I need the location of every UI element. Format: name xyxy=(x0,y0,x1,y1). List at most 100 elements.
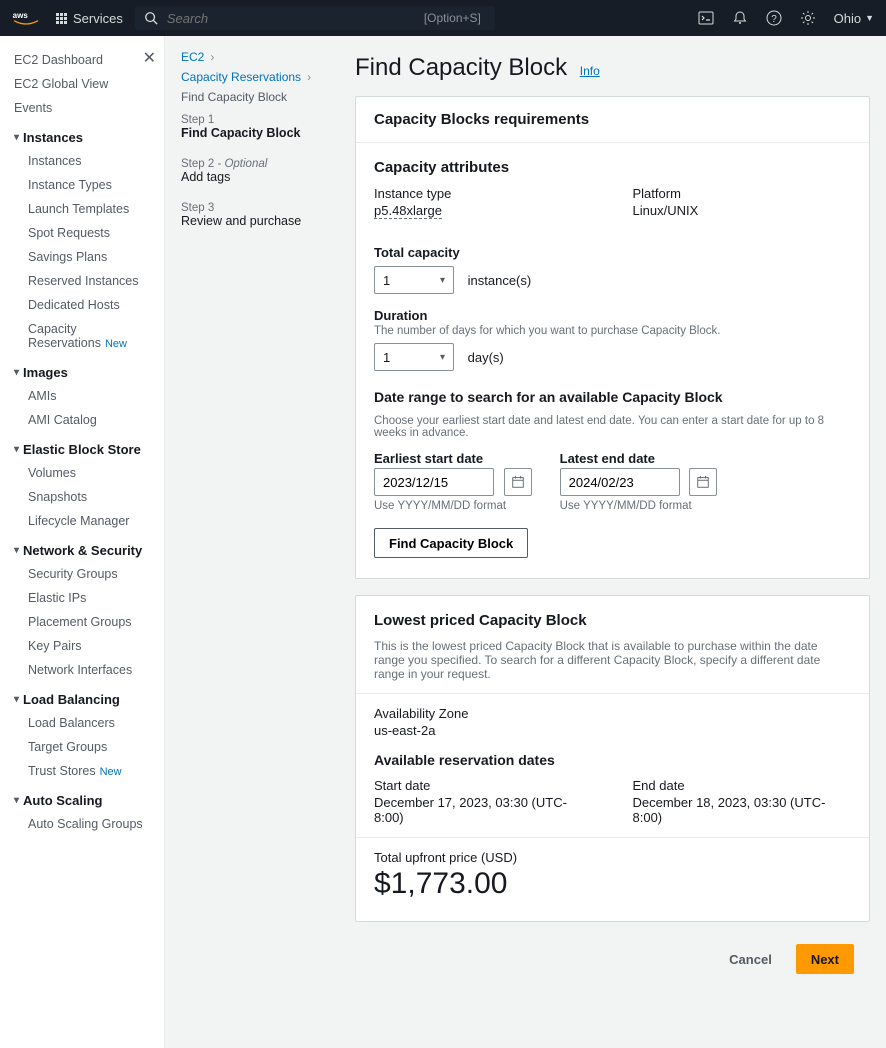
next-button[interactable]: Next xyxy=(796,944,854,974)
breadcrumb-ec2[interactable]: EC2 xyxy=(181,50,204,64)
chevron-down-icon: ▼ xyxy=(865,13,874,23)
footer-actions: Cancel Next xyxy=(355,938,870,988)
wizard-steps: EC2 › Capacity Reservations › Find Capac… xyxy=(165,36,355,1048)
sidebar-item[interactable]: Dedicated Hosts xyxy=(14,293,150,317)
breadcrumb: EC2 › Capacity Reservations › Find Capac… xyxy=(181,50,339,104)
services-menu[interactable]: Services xyxy=(56,11,123,26)
sidebar-item-capacity-reservations[interactable]: Capacity ReservationsNew xyxy=(14,317,150,355)
sidebar-item[interactable]: Security Groups xyxy=(14,562,150,586)
latest-date-label: Latest end date xyxy=(560,451,718,466)
sidebar-item[interactable]: Volumes xyxy=(14,461,150,485)
calendar-icon xyxy=(696,475,710,489)
grid-icon xyxy=(56,13,67,24)
sidebar: ✕ EC2 Dashboard EC2 Global View Events I… xyxy=(0,36,165,1048)
info-link[interactable]: Info xyxy=(580,64,600,78)
sidebar-item[interactable]: Target Groups xyxy=(14,735,150,759)
find-capacity-block-button[interactable]: Find Capacity Block xyxy=(374,528,528,558)
result-header: Lowest priced Capacity Block xyxy=(374,612,851,629)
latest-date-picker[interactable] xyxy=(689,468,717,496)
breadcrumb-current: Find Capacity Block xyxy=(181,90,287,104)
earliest-date-picker[interactable] xyxy=(504,468,532,496)
calendar-icon xyxy=(511,475,525,489)
page-title: Find Capacity Block Info xyxy=(355,54,870,82)
sidebar-group-load-balancing[interactable]: Load Balancing xyxy=(14,682,150,711)
help-icon[interactable]: ? xyxy=(766,10,782,26)
capacity-attributes-title: Capacity attributes xyxy=(374,159,851,176)
end-date-label: End date xyxy=(633,778,852,793)
duration-select[interactable]: 1 xyxy=(374,343,454,371)
latest-date-input[interactable] xyxy=(560,468,680,496)
region-label: Ohio xyxy=(834,11,861,26)
step-2[interactable]: Step 2 - Optional Add tags xyxy=(181,154,339,198)
requirements-header: Capacity Blocks requirements xyxy=(356,97,869,143)
svg-text:?: ? xyxy=(771,14,777,25)
sidebar-item[interactable]: Snapshots xyxy=(14,485,150,509)
date-format-hint: Use YYYY/MM/DD format xyxy=(374,500,532,512)
sidebar-item[interactable]: Placement Groups xyxy=(14,610,150,634)
sidebar-group-network[interactable]: Network & Security xyxy=(14,533,150,562)
sidebar-item-trust-stores[interactable]: Trust StoresNew xyxy=(14,759,150,783)
breadcrumb-capacity-reservations[interactable]: Capacity Reservations xyxy=(181,70,301,84)
sidebar-item-events[interactable]: Events xyxy=(14,96,150,120)
end-date-value: December 18, 2023, 03:30 (UTC-8:00) xyxy=(633,795,852,825)
new-badge: New xyxy=(105,338,127,350)
sidebar-group-images[interactable]: Images xyxy=(14,355,150,384)
notifications-icon[interactable] xyxy=(732,10,748,26)
requirements-panel: Capacity Blocks requirements Capacity at… xyxy=(355,96,870,579)
price-value: $1,773.00 xyxy=(374,867,851,901)
cloudshell-icon[interactable] xyxy=(698,10,714,26)
sidebar-group-instances[interactable]: Instances xyxy=(14,120,150,149)
sidebar-item[interactable]: Key Pairs xyxy=(14,634,150,658)
aws-logo[interactable]: aws xyxy=(12,10,40,26)
sidebar-item[interactable]: Auto Scaling Groups xyxy=(14,812,150,836)
sidebar-item[interactable]: Lifecycle Manager xyxy=(14,509,150,533)
sidebar-item[interactable]: Load Balancers xyxy=(14,711,150,735)
result-panel: Lowest priced Capacity Block This is the… xyxy=(355,595,870,922)
settings-icon[interactable] xyxy=(800,10,816,26)
sidebar-item[interactable]: Network Interfaces xyxy=(14,658,150,682)
date-format-hint: Use YYYY/MM/DD format xyxy=(560,500,718,512)
start-date-value: December 17, 2023, 03:30 (UTC-8:00) xyxy=(374,795,593,825)
search-input[interactable] xyxy=(167,11,410,26)
search-icon xyxy=(143,10,159,26)
instance-type-value[interactable]: p5.48xlarge xyxy=(374,203,442,219)
duration-hint: The number of days for which you want to… xyxy=(374,325,851,337)
earliest-date-label: Earliest start date xyxy=(374,451,532,466)
svg-text:aws: aws xyxy=(13,11,29,20)
sidebar-item[interactable]: Launch Templates xyxy=(14,197,150,221)
duration-label: Duration xyxy=(374,308,851,323)
sidebar-group-ebs[interactable]: Elastic Block Store xyxy=(14,432,150,461)
sidebar-item[interactable]: Elastic IPs xyxy=(14,586,150,610)
instances-suffix: instance(s) xyxy=(468,273,532,288)
sidebar-group-auto-scaling[interactable]: Auto Scaling xyxy=(14,783,150,812)
top-nav: aws Services [Option+S] ? Ohio ▼ xyxy=(0,0,886,36)
sidebar-item-ec2-global-view[interactable]: EC2 Global View xyxy=(14,72,150,96)
sidebar-item[interactable]: Instances xyxy=(14,149,150,173)
search-box[interactable]: [Option+S] xyxy=(135,6,495,30)
price-label: Total upfront price (USD) xyxy=(374,850,851,865)
days-suffix: day(s) xyxy=(468,350,504,365)
earliest-date-input[interactable] xyxy=(374,468,494,496)
sidebar-item[interactable]: Spot Requests xyxy=(14,221,150,245)
sidebar-item[interactable]: Reserved Instances xyxy=(14,269,150,293)
start-date-label: Start date xyxy=(374,778,593,793)
main-content: Find Capacity Block Info Capacity Blocks… xyxy=(355,36,886,1048)
available-dates-title: Available reservation dates xyxy=(374,752,851,768)
region-selector[interactable]: Ohio ▼ xyxy=(834,11,874,26)
total-capacity-select[interactable]: 1 xyxy=(374,266,454,294)
sidebar-item[interactable]: Instance Types xyxy=(14,173,150,197)
az-label: Availability Zone xyxy=(374,706,851,721)
instance-type-label: Instance type xyxy=(374,186,593,201)
close-icon[interactable]: ✕ xyxy=(143,48,164,68)
sidebar-item-ec2-dashboard[interactable]: EC2 Dashboard xyxy=(14,48,150,72)
sidebar-item[interactable]: Savings Plans xyxy=(14,245,150,269)
total-capacity-label: Total capacity xyxy=(374,245,851,260)
step-3[interactable]: Step 3 Review and purchase xyxy=(181,198,339,242)
sidebar-item[interactable]: AMI Catalog xyxy=(14,408,150,432)
date-range-hint: Choose your earliest start date and late… xyxy=(374,415,851,439)
cancel-button[interactable]: Cancel xyxy=(715,944,786,974)
step-1[interactable]: Step 1 Find Capacity Block xyxy=(181,110,339,154)
sidebar-item[interactable]: AMIs xyxy=(14,384,150,408)
search-shortcut: [Option+S] xyxy=(418,10,487,26)
new-badge: New xyxy=(100,766,122,778)
